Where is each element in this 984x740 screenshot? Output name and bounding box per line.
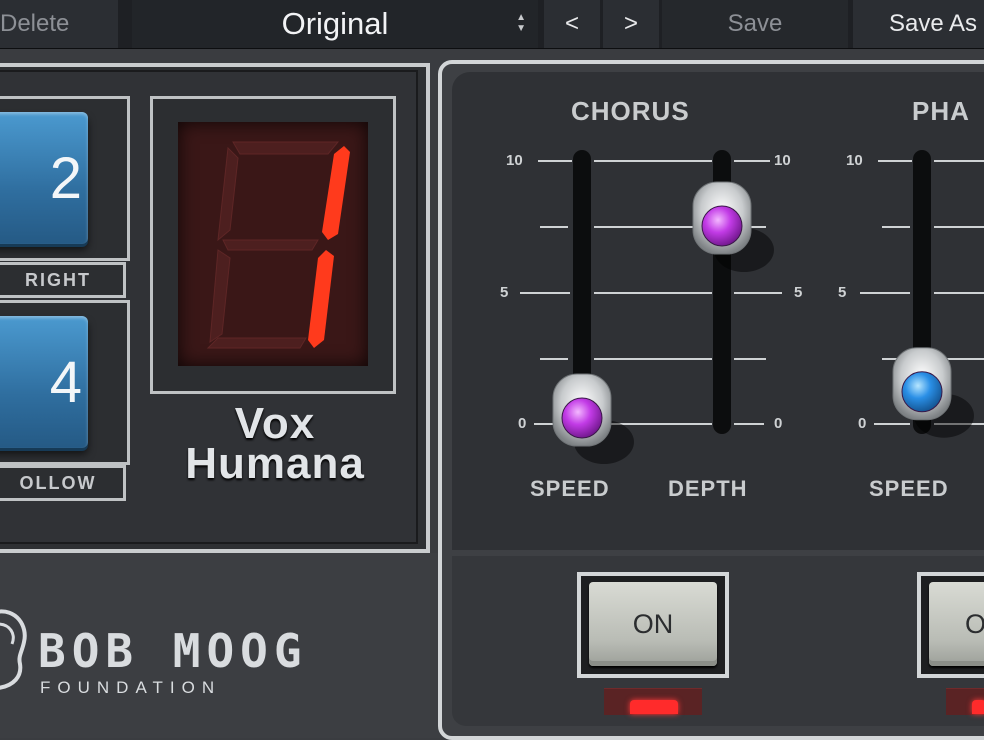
phaser-speed-label: SPEED bbox=[869, 476, 949, 501]
chorus-led-indicator bbox=[630, 700, 678, 714]
phaser-on-switch[interactable]: O bbox=[917, 572, 984, 678]
chorus-speed-label: SPEED bbox=[530, 476, 610, 501]
chorus-speed-fader[interactable] bbox=[552, 373, 634, 464]
chorus-depth-fader[interactable] bbox=[692, 181, 774, 273]
phaser-led-indicator bbox=[972, 700, 984, 714]
chorus-on-label: ON bbox=[589, 582, 717, 666]
chorus-depth-label: DEPTH bbox=[668, 476, 748, 501]
phaser-speed-fader[interactable] bbox=[892, 347, 974, 438]
phaser-on-label: O bbox=[929, 582, 984, 666]
chorus-on-switch[interactable]: ON bbox=[577, 572, 729, 678]
fader-knobs bbox=[552, 181, 974, 464]
